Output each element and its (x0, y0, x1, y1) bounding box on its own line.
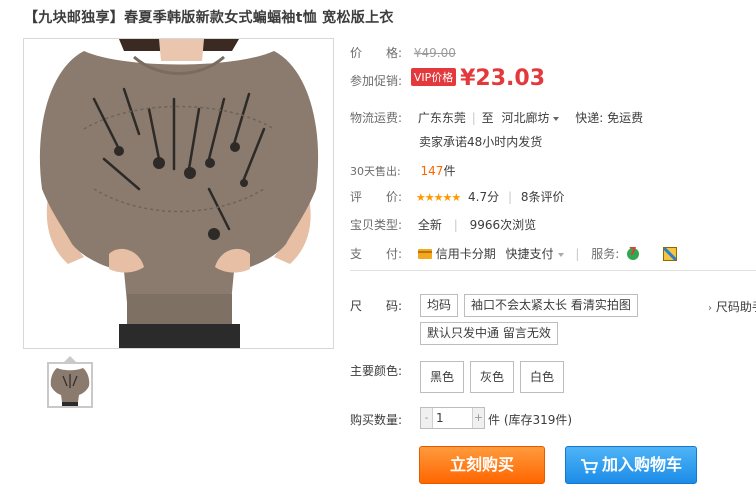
service-label: 服务: (591, 247, 620, 261)
quantity-increase-button[interactable]: + (472, 408, 484, 428)
shipping-method: 快递: 免运费 (575, 111, 644, 125)
size-label: 尺 码: (350, 299, 403, 313)
sales-count: 147 (420, 164, 444, 178)
credit-installment[interactable]: 信用卡分期 (417, 247, 500, 261)
add-to-cart-label: 加入购物车 (601, 455, 682, 474)
stock-count: (库存319件) (503, 413, 573, 427)
price-label: 价 格: (350, 46, 403, 60)
chevron-down-icon (553, 116, 560, 121)
promo-price: 23.03 (475, 66, 546, 91)
sales-unit: 件 (443, 164, 456, 178)
size-helper-link[interactable]: › 尺码助手 (708, 298, 756, 315)
rating-label: 评 价: (350, 190, 403, 204)
quick-pay[interactable]: 快捷支付 (506, 247, 564, 261)
ship-promise: 卖家承诺48小时内发货 (419, 135, 543, 149)
promo-label: 参加促销: (350, 74, 403, 88)
shipping-row: 物流运费: 广东东莞 | 至 河北廊坊 快递: 免运费 (350, 111, 644, 125)
thumbnail-photo (49, 364, 91, 406)
ship-to: 河北廊坊 (501, 111, 550, 125)
size-helper-label: 尺码助手 (715, 300, 756, 314)
rating-score: 4.7分 (468, 190, 500, 204)
quantity-unit: 件 (488, 413, 501, 427)
ship-from: 广东东莞 (417, 111, 466, 125)
color-option-gray[interactable]: 灰色 (470, 361, 515, 393)
stock-info: 件 (库存319件) (488, 411, 572, 428)
svg-text:7: 7 (629, 245, 637, 258)
size-option-onesize[interactable]: 均码 (420, 294, 459, 317)
rating-row: 评 价: ★★★★★ 4.7分 | 8条评价 (350, 190, 565, 204)
vip-badge: VIP价格 (410, 68, 457, 86)
item-condition: 全新 (417, 218, 442, 232)
main-product-image[interactable] (23, 38, 334, 349)
product-title: 【九块邮独享】春夏季韩版新款女式蝙蝠袖t恤 宽松版上衣 (24, 10, 394, 26)
payment-label: 支 付: (350, 247, 403, 261)
shipping-label: 物流运费: (350, 111, 403, 125)
credit-label: 信用卡分期 (435, 247, 496, 261)
color-option-white[interactable]: 白色 (520, 361, 565, 393)
quantity-stepper: - + (420, 407, 485, 429)
product-photo (24, 39, 333, 348)
size-option-note[interactable]: 袖口不会太紧太长 看清实拍图 (464, 294, 638, 317)
original-price: ¥49.00 (413, 46, 456, 60)
type-label: 宝贝类型: (350, 218, 403, 232)
ship-to-select[interactable]: 河北廊坊 (501, 111, 560, 125)
rating-stars-icon: ★★★★★ (415, 191, 461, 204)
guarantee-icon[interactable] (661, 245, 679, 263)
payment-row: 支 付: 信用卡分期 快捷支付 | 服务: 7 (350, 245, 679, 263)
type-row: 宝贝类型: 全新 | 9966次浏览 (350, 218, 537, 232)
seven-day-return-icon[interactable]: 7 (625, 245, 641, 261)
thumbnail-image[interactable] (47, 362, 93, 408)
add-to-cart-button[interactable]: 加入购物车 (565, 446, 697, 484)
sales-row: 30天售出: 147件 (350, 162, 455, 179)
quantity-input[interactable] (434, 409, 471, 427)
sales-label: 30天售出: (350, 165, 401, 178)
color-option-black[interactable]: 黑色 (420, 361, 465, 393)
chevron-right-icon: › (708, 303, 712, 314)
divider (350, 270, 756, 271)
credit-card-icon (417, 249, 432, 259)
quantity-label: 购买数量: (350, 413, 403, 427)
ship-to-sep: 至 (481, 111, 494, 125)
buy-now-button[interactable]: 立刻购买 (419, 446, 545, 484)
size-option-shipping[interactable]: 默认只发中通 留言无效 (420, 322, 558, 345)
quick-pay-label: 快捷支付 (505, 247, 554, 261)
chevron-down-icon (557, 252, 564, 257)
currency-symbol: ¥ (460, 66, 476, 91)
quantity-decrease-button[interactable]: - (421, 408, 433, 428)
cart-icon (580, 458, 598, 473)
view-count: 9966次浏览 (469, 218, 537, 232)
reviews-link[interactable]: 8条评价 (521, 190, 565, 204)
color-label: 主要颜色: (350, 364, 403, 378)
promo-price-row: 参加促销: VIP价格 ¥23.03 (350, 66, 545, 91)
original-price-row: 价 格: ¥49.00 (350, 44, 456, 61)
